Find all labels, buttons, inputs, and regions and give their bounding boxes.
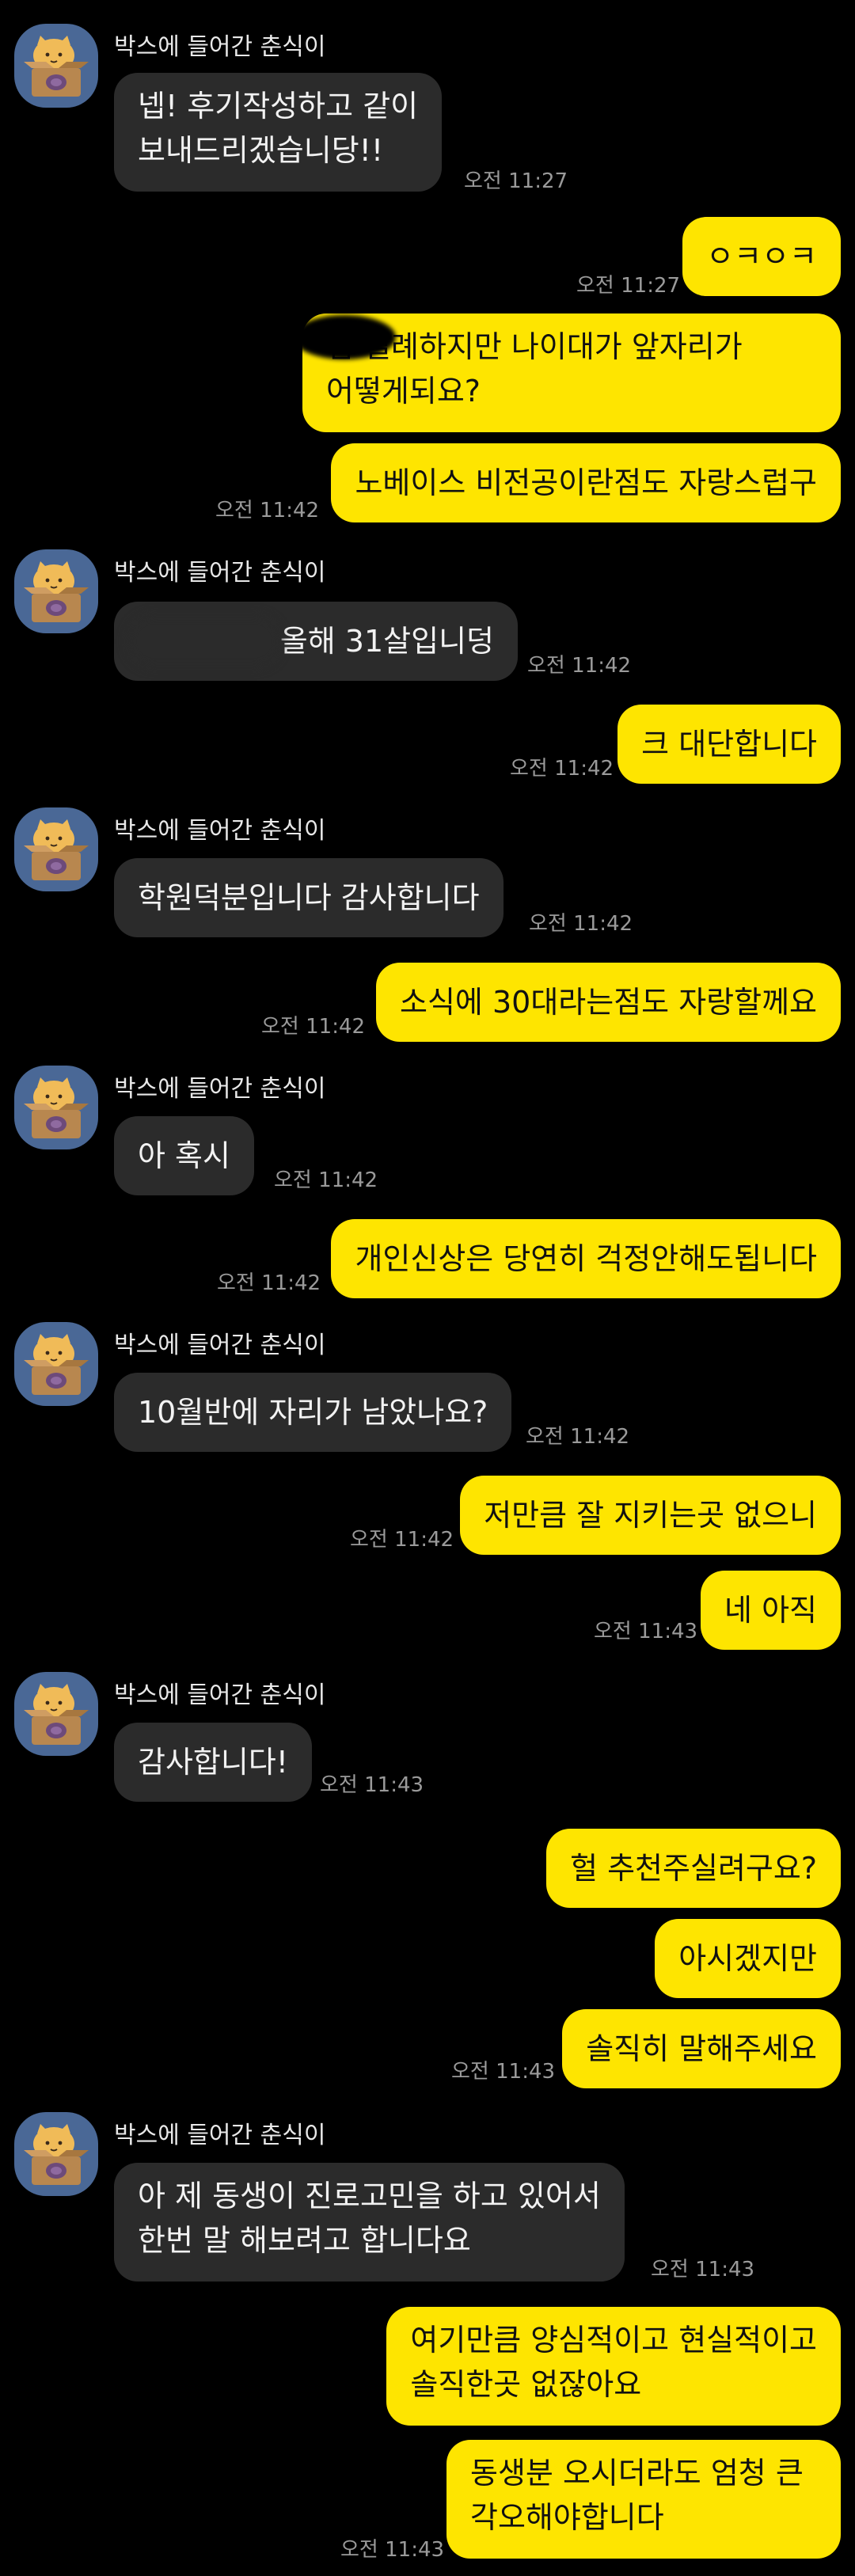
outgoing-message-bubble[interactable]: 소식에 30대라는점도 자랑할께요 bbox=[376, 963, 841, 1042]
message-time: 오전 11:42 bbox=[215, 499, 320, 522]
character-avatar-icon bbox=[24, 561, 89, 622]
sender-avatar[interactable] bbox=[14, 1672, 98, 1756]
sender-name: 박스에 들어간 춘식이 bbox=[114, 1332, 326, 1359]
message-time: 오전 11:43 bbox=[594, 1620, 698, 1643]
message-time: 오전 11:43 bbox=[340, 2538, 445, 2562]
message-time: 오전 11:42 bbox=[529, 912, 633, 936]
sender-name: 박스에 들어간 춘식이 bbox=[114, 1681, 326, 1709]
character-avatar-icon bbox=[24, 1334, 89, 1395]
outgoing-message-bubble[interactable]: 노베이스 비전공이란점도 자랑스럽구 bbox=[331, 443, 841, 522]
incoming-message-bubble[interactable]: 아 제 동생이 진로고민을 하고 있어서 한번 말 해보려고 합니다요 bbox=[114, 2163, 625, 2282]
outgoing-message-bubble[interactable]: 저만큼 잘 지키는곳 없으니 bbox=[460, 1476, 841, 1555]
incoming-message-bubble[interactable]: 10월반에 자리가 남았나요? bbox=[114, 1373, 512, 1452]
incoming-message-bubble[interactable]: 아 혹시 bbox=[114, 1116, 254, 1195]
outgoing-message-bubble[interactable]: 네 아직 bbox=[701, 1571, 841, 1650]
message-time: 오전 11:42 bbox=[510, 757, 614, 781]
message-text: 노베이스 비전공이란점도 자랑스럽구 bbox=[355, 465, 817, 500]
message-text: 아 혹시 bbox=[138, 1138, 230, 1173]
message-text: 크 대단합니다 bbox=[641, 727, 817, 762]
character-avatar-icon bbox=[24, 2124, 89, 2185]
message-text: 학원덕분입니다 감사합니다 bbox=[138, 880, 480, 915]
message-line: 여기만큼 양심적이고 현실적이고 bbox=[410, 2323, 817, 2358]
redaction-mark bbox=[293, 315, 396, 359]
message-time: 오전 11:42 bbox=[527, 654, 632, 678]
message-text: 솔직히 말해주세요 bbox=[586, 2031, 817, 2066]
sender-name: 박스에 들어간 춘식이 bbox=[114, 1075, 326, 1103]
message-line: 솔직한곳 없잖아요 bbox=[410, 2367, 642, 2402]
message-time: 오전 11:43 bbox=[320, 1773, 424, 1797]
message-text: 아시겠지만 bbox=[678, 1941, 817, 1976]
message-time: 오전 11:43 bbox=[451, 2060, 556, 2084]
outgoing-message-bubble[interactable]: 솔직히 말해주세요 bbox=[562, 2009, 841, 2088]
outgoing-message-bubble[interactable]: 크 대단합니다 bbox=[618, 705, 841, 784]
character-avatar-icon bbox=[24, 36, 89, 97]
message-text: 개인신상은 당연히 걱정안해도됩니다 bbox=[355, 1241, 817, 1276]
message-time: 오전 11:42 bbox=[350, 1528, 454, 1552]
message-time: 오전 11:42 bbox=[526, 1425, 630, 1449]
sender-avatar[interactable] bbox=[14, 2112, 98, 2196]
sender-avatar[interactable] bbox=[14, 549, 98, 633]
message-line: 한번 말 해보려고 합니다요 bbox=[138, 2223, 471, 2258]
message-text: 네 아직 bbox=[724, 1593, 817, 1628]
message-line: 님 실례하지만 나이대가 앞자리가 bbox=[326, 329, 743, 364]
sender-name: 박스에 들어간 춘식이 bbox=[114, 2122, 326, 2149]
message-time: 오전 11:27 bbox=[464, 169, 568, 193]
message-line: 각오해야합니다 bbox=[470, 2500, 664, 2535]
message-line: 넵! 후기작성하고 같이 bbox=[138, 89, 419, 123]
outgoing-message-bubble[interactable]: 아시겠지만 bbox=[655, 1919, 841, 1998]
sender-name: 박스에 들어간 춘식이 bbox=[114, 559, 326, 587]
message-time: 오전 11:42 bbox=[274, 1168, 378, 1192]
outgoing-message-bubble[interactable]: 동생분 오시더라도 엄청 큰 각오해야합니다 bbox=[446, 2440, 841, 2559]
sender-avatar[interactable] bbox=[14, 24, 98, 108]
message-time: 오전 11:43 bbox=[651, 2258, 755, 2282]
outgoing-message-bubble[interactable]: 개인신상은 당연히 걱정안해도됩니다 bbox=[331, 1219, 841, 1298]
message-text: 저만큼 잘 지키는곳 없으니 bbox=[484, 1498, 817, 1533]
message-text: 헐 추천주실려구요? bbox=[570, 1851, 817, 1886]
message-time: 오전 11:42 bbox=[217, 1271, 321, 1295]
redaction-blur bbox=[127, 614, 282, 668]
message-text: 감사합니다! bbox=[138, 1745, 289, 1780]
message-line: 동생분 오시더라도 엄청 큰 bbox=[470, 2456, 804, 2491]
incoming-message-bubble[interactable]: 학원덕분입니다 감사합니다 bbox=[114, 858, 504, 937]
chat-room: 박스에 들어간 춘식이 넵! 후기작성하고 같이 보내드리겠습니당!! 오전 1… bbox=[0, 0, 855, 2576]
incoming-message-bubble[interactable]: 넵! 후기작성하고 같이 보내드리겠습니당!! bbox=[114, 73, 443, 192]
message-text: 10월반에 자리가 남았나요? bbox=[138, 1395, 488, 1430]
message-time: 오전 11:42 bbox=[261, 1015, 366, 1039]
message-text: 소식에 30대라는점도 자랑할께요 bbox=[400, 985, 817, 1020]
incoming-message-bubble[interactable]: 감사합니다! bbox=[114, 1723, 313, 1802]
sender-name: 박스에 들어간 춘식이 bbox=[114, 33, 326, 61]
character-avatar-icon bbox=[24, 819, 89, 880]
message-line: 아 제 동생이 진로고민을 하고 있어서 bbox=[138, 2179, 601, 2213]
outgoing-message-bubble[interactable]: 여기만큼 양심적이고 현실적이고 솔직한곳 없잖아요 bbox=[386, 2307, 841, 2426]
sender-avatar[interactable] bbox=[14, 807, 98, 891]
message-text: ㅇㅋㅇㅋ bbox=[706, 239, 817, 274]
message-text: 올해 31살입니덩 bbox=[279, 624, 494, 659]
sender-avatar[interactable] bbox=[14, 1322, 98, 1406]
character-avatar-icon bbox=[24, 1684, 89, 1745]
message-time: 오전 11:27 bbox=[576, 274, 681, 298]
message-line: 보내드리겠습니당!! bbox=[138, 133, 384, 168]
outgoing-message-bubble[interactable]: ㅇㅋㅇㅋ bbox=[682, 217, 841, 296]
sender-name: 박스에 들어간 춘식이 bbox=[114, 817, 326, 845]
outgoing-message-bubble[interactable]: 헐 추천주실려구요? bbox=[546, 1829, 841, 1908]
message-line: 어떻게되요? bbox=[326, 374, 481, 408]
character-avatar-icon bbox=[24, 1077, 89, 1138]
sender-avatar[interactable] bbox=[14, 1066, 98, 1149]
